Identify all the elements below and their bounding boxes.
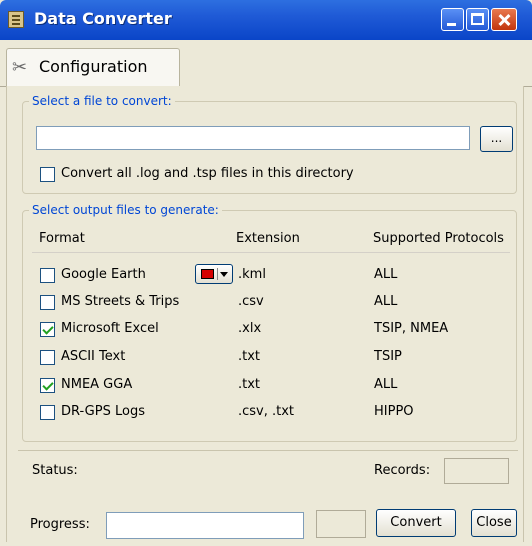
google-earth-checkbox[interactable] (40, 268, 55, 283)
records-label: Records: (374, 463, 431, 478)
protocols-label: ALL (374, 377, 398, 392)
convert-all-label: Convert all .log and .tsp files in this … (61, 166, 354, 181)
protocols-label: TSIP, NMEA (374, 321, 449, 336)
window-title: Data Converter (34, 9, 172, 28)
format-label: Google Earth (61, 267, 146, 282)
protocols-label: ALL (374, 267, 398, 282)
extension-label: .txt (238, 377, 261, 392)
app-icon (8, 11, 24, 28)
records-field (444, 458, 509, 484)
format-label: ASCII Text (61, 349, 126, 364)
data-converter-window: Data Converter ✂ Configuration Select a … (0, 0, 532, 546)
progress-field (106, 512, 304, 539)
ascii-text-checkbox[interactable] (40, 350, 55, 365)
tools-icon: ✂ (12, 57, 28, 78)
microsoft-excel-checkbox[interactable] (40, 322, 55, 337)
convert-button[interactable]: Convert (376, 509, 456, 537)
header-divider (32, 252, 510, 253)
minimize-button[interactable] (441, 8, 464, 31)
color-picker[interactable] (195, 264, 233, 284)
browse-button[interactable]: ... (480, 126, 513, 152)
title-bar[interactable]: Data Converter (0, 0, 532, 40)
protocols-column-header: Supported Protocols (373, 231, 504, 246)
extension-label: .xlx (238, 321, 262, 336)
status-label: Status: (32, 463, 78, 478)
protocols-label: TSIP (374, 349, 402, 364)
extension-label: .kml (238, 267, 266, 282)
chevron-down-icon (220, 272, 228, 277)
extension-label: .csv, .txt (238, 404, 295, 419)
protocols-label: ALL (374, 294, 398, 309)
format-label: MS Streets & Trips (61, 294, 180, 309)
tab-label: Configuration (39, 57, 148, 76)
progress-percent-box (316, 510, 366, 538)
convert-all-checkbox[interactable] (40, 167, 55, 182)
protocols-label: HIPPO (374, 404, 414, 419)
ms-streets-checkbox[interactable] (40, 295, 55, 310)
extension-label: .txt (238, 349, 261, 364)
file-section-legend: Select a file to convert: (32, 94, 172, 108)
divider (18, 450, 518, 451)
tab-bar: ✂ Configuration (0, 40, 532, 87)
close-window-button[interactable] (491, 8, 517, 31)
format-label: Microsoft Excel (61, 321, 159, 336)
maximize-button[interactable] (466, 8, 489, 31)
output-section-legend: Select output files to generate: (32, 203, 219, 217)
extension-label: .csv (238, 294, 264, 309)
format-label: DR-GPS Logs (61, 404, 145, 419)
dr-gps-logs-checkbox[interactable] (40, 405, 55, 420)
extension-column-header: Extension (236, 231, 300, 246)
nmea-gga-checkbox[interactable] (40, 378, 55, 393)
color-swatch (201, 269, 214, 279)
format-label: NMEA GGA (61, 377, 133, 392)
progress-label: Progress: (30, 517, 90, 532)
tab-configuration[interactable]: ✂ Configuration (6, 48, 180, 86)
file-path-input[interactable] (36, 126, 470, 150)
format-column-header: Format (39, 231, 85, 246)
color-divider (217, 268, 218, 280)
close-button[interactable]: Close (471, 509, 517, 537)
